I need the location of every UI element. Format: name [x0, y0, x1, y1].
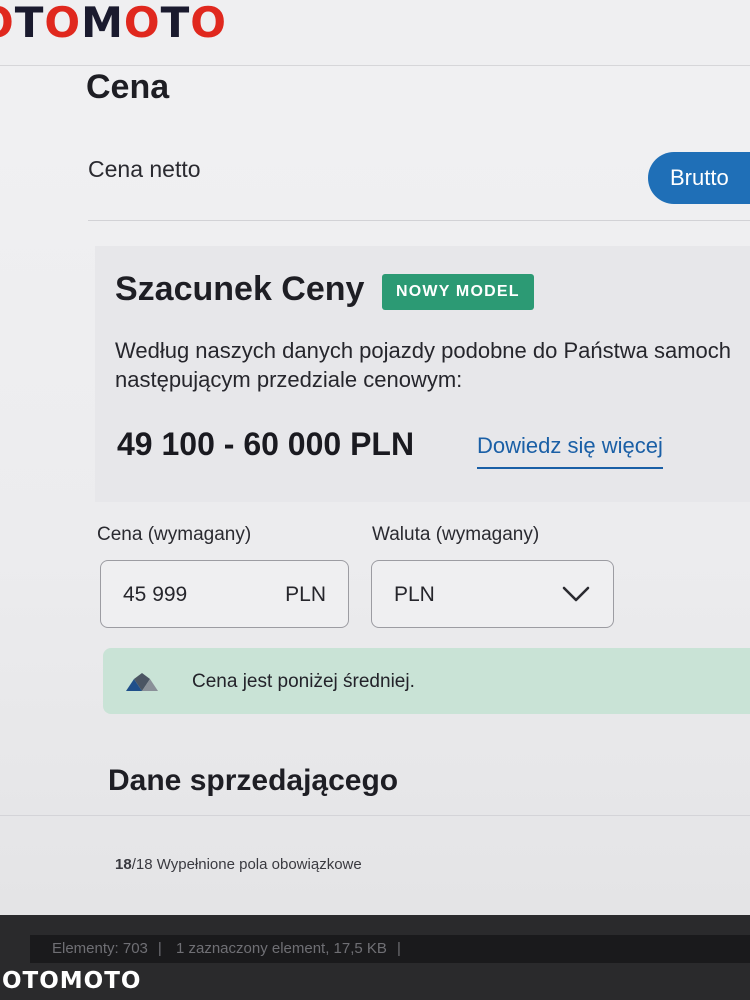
otomoto-watermark: OTOMOTO: [2, 968, 142, 994]
estimate-description-line2: następującym przedziale cenowym:: [115, 367, 463, 392]
chevron-down-icon: [562, 586, 590, 602]
browser-screen: OTOMOTO Cena Cena netto Brutto Szacunek …: [0, 0, 750, 915]
selected-element-info: 1 zaznaczony element, 17,5 KB: [175, 940, 387, 957]
estimate-description: Według naszych danych pojazdy podobne do…: [115, 336, 750, 394]
elements-count: Elementy: 703: [52, 940, 148, 957]
gross-toggle-button[interactable]: Brutto: [648, 152, 750, 204]
estimate-description-line1: Według naszych danych pojazdy podobne do…: [115, 338, 731, 363]
filled-count: 18: [115, 856, 132, 873]
price-gauge-icon: [126, 673, 158, 691]
estimate-title: Szacunek Ceny: [115, 270, 365, 308]
price-estimate-card: Szacunek Ceny NOWY MODEL Według naszych …: [95, 246, 750, 502]
new-model-badge: NOWY MODEL: [382, 274, 534, 310]
devtools-status-bar: Elementy: 703 | 1 zaznaczony element, 17,…: [30, 935, 750, 963]
currency-field-label: Waluta (wymagany): [372, 524, 540, 545]
section-title-seller: Dane sprzedającego: [108, 764, 399, 797]
section-title-price: Cena: [86, 68, 170, 106]
currency-select[interactable]: PLN: [371, 560, 614, 628]
price-field-label: Cena (wymagany): [97, 524, 252, 545]
price-input[interactable]: 45 999 PLN: [100, 560, 349, 628]
price-below-average-notice: Cena jest poniżej średniej.: [103, 648, 750, 714]
price-input-unit: PLN: [285, 583, 326, 606]
footer-divider: [0, 815, 750, 816]
divider: [88, 220, 750, 221]
total-count: /18: [131, 856, 153, 873]
required-fields-counter: 18/18 Wypełnione pola obowiązkowe: [115, 856, 362, 873]
price-input-value: 45 999: [123, 583, 188, 606]
top-header: OTOMOTO: [0, 0, 750, 66]
currency-select-value: PLN: [394, 583, 435, 606]
learn-more-link[interactable]: Dowiedz się więcej: [477, 433, 663, 469]
price-range: 49 100 - 60 000 PLN: [117, 426, 415, 462]
gross-toggle-label: Brutto: [670, 165, 729, 190]
net-price-label: Cena netto: [88, 156, 201, 182]
otomoto-logo[interactable]: OTOMOTO: [0, 2, 227, 44]
notice-text: Cena jest poniżej średniej.: [192, 671, 415, 692]
required-fields-text: Wypełnione pola obowiązkowe: [152, 856, 362, 873]
